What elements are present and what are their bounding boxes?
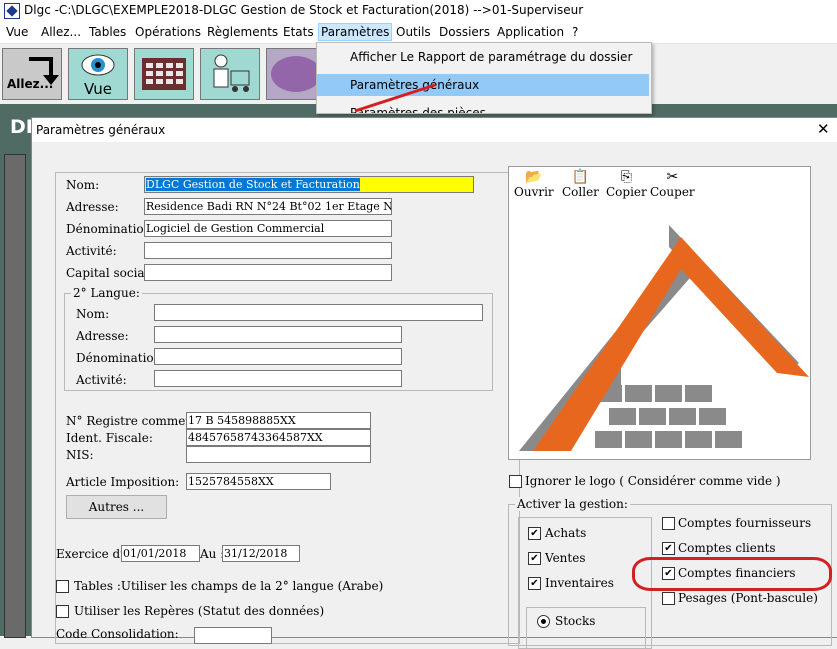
background-left-panel bbox=[0, 150, 32, 638]
copier-button[interactable]: ⎘ Copier bbox=[606, 169, 647, 199]
shopping-user-icon bbox=[213, 54, 250, 92]
arrow-icon bbox=[29, 57, 59, 85]
couper-button[interactable]: ✂ Couper bbox=[650, 169, 695, 199]
clipboard-icon: 📋 bbox=[571, 169, 590, 185]
denomination2-input[interactable] bbox=[154, 348, 402, 365]
app-icon bbox=[4, 3, 20, 19]
scissors-icon: ✂ bbox=[666, 169, 679, 185]
menu-etats[interactable]: Etats bbox=[283, 25, 314, 39]
cloud-icon bbox=[271, 56, 321, 92]
registre-input[interactable]: 17 B 545898885XX bbox=[186, 412, 371, 429]
capital-label: Capital social: bbox=[66, 266, 153, 280]
activite-label: Activité: bbox=[66, 244, 117, 258]
coller-button[interactable]: 📋 Coller bbox=[562, 169, 599, 199]
imposition-input[interactable]: 1525784558XX bbox=[186, 473, 331, 490]
menu-operations[interactable]: Opérations bbox=[135, 25, 201, 39]
house-logo-image bbox=[519, 225, 809, 451]
imposition-label: Article Imposition: bbox=[66, 475, 180, 489]
window-title: Dlgc -C:\DLGC\EXEMPLE2018-DLGC Gestion d… bbox=[24, 3, 584, 17]
ventes-label: Ventes bbox=[545, 551, 586, 565]
menu-help[interactable]: ? bbox=[572, 25, 578, 39]
nom2-input[interactable] bbox=[154, 304, 483, 321]
ignore-logo-checkbox[interactable] bbox=[509, 475, 522, 488]
menu-item-rapport-parametrage[interactable]: Afficher Le Rapport de paramétrage du do… bbox=[317, 46, 649, 68]
ventes-checkbox[interactable]: ✔ bbox=[528, 552, 541, 565]
code-consolidation-label: Code Consolidation: bbox=[56, 627, 179, 641]
comptes-fournisseurs-checkbox[interactable] bbox=[662, 517, 675, 530]
nom-label: Nom: bbox=[66, 178, 100, 192]
ignore-logo-label: Ignorer le logo ( Considérer comme vide … bbox=[525, 474, 781, 488]
nom2-label: Nom: bbox=[76, 307, 110, 321]
denomination-label: Dénomination: bbox=[66, 222, 156, 236]
dialog-title: Paramètres généraux bbox=[36, 123, 166, 137]
menu-tables[interactable]: Tables bbox=[89, 25, 126, 39]
arabe-checkbox[interactable] bbox=[56, 580, 69, 593]
close-icon[interactable]: ✕ bbox=[817, 120, 830, 138]
menu-bar: Vue Allez... Tables Opérations Règlement… bbox=[0, 22, 837, 44]
second-language-title: 2° Langue: bbox=[71, 286, 142, 300]
menu-vue[interactable]: Vue bbox=[6, 25, 28, 39]
achats-label: Achats bbox=[545, 526, 587, 540]
dialog-title-bar: Paramètres généraux ✕ bbox=[32, 118, 837, 142]
nom-input[interactable]: DLGC Gestion de Stock et Facturation bbox=[144, 176, 474, 193]
adresse-label: Adresse: bbox=[66, 200, 119, 214]
stocks-radio[interactable] bbox=[537, 615, 550, 628]
pesages-label: Pesages (Pont-bascule) bbox=[678, 591, 818, 605]
arabe-checkbox-label: Tables :Utiliser les champs de la 2° lan… bbox=[74, 579, 384, 593]
comptes-fournisseurs-label: Comptes fournisseurs bbox=[678, 516, 812, 530]
menu-allez[interactable]: Allez... bbox=[41, 25, 81, 39]
inventaires-label: Inventaires bbox=[545, 576, 614, 590]
activite2-input[interactable] bbox=[154, 370, 402, 387]
exercice-du-input[interactable]: 01/01/2018 bbox=[121, 545, 200, 562]
fiscale-label: Ident. Fiscale: bbox=[66, 431, 153, 445]
adresse2-input[interactable] bbox=[154, 326, 402, 343]
comptes-clients-label: Comptes clients bbox=[678, 541, 776, 555]
eye-icon bbox=[81, 54, 115, 76]
ouvrir-button[interactable]: 📂 Ouvrir bbox=[514, 169, 554, 199]
nis-label: NIS: bbox=[66, 448, 94, 462]
reperes-checkbox[interactable] bbox=[56, 605, 69, 618]
folder-open-icon: 📂 bbox=[525, 169, 543, 185]
nom-value: DLGC Gestion de Stock et Facturation bbox=[146, 178, 360, 191]
stocks-radio-dot bbox=[541, 619, 546, 624]
comptes-clients-checkbox[interactable]: ✔ bbox=[662, 542, 675, 555]
parametres-dropdown-menu: Afficher Le Rapport de paramétrage du do… bbox=[316, 42, 652, 114]
menu-outils[interactable]: Outils bbox=[396, 25, 431, 39]
denomination-input[interactable]: Logiciel de Gestion Commercial bbox=[144, 220, 392, 237]
achats-checkbox[interactable]: ✔ bbox=[528, 527, 541, 540]
annotation-arrow bbox=[354, 83, 436, 113]
vue-button[interactable]: Vue bbox=[68, 48, 128, 100]
background-inner-panel bbox=[4, 154, 26, 638]
menu-dossiers[interactable]: Dossiers bbox=[439, 25, 490, 39]
pesages-checkbox[interactable] bbox=[662, 592, 675, 605]
autres-button[interactable]: Autres ... bbox=[66, 495, 167, 519]
gestion-title: Activer la gestion: bbox=[515, 497, 630, 511]
allez-button[interactable]: Allez... bbox=[2, 48, 62, 100]
calendar-icon bbox=[142, 58, 186, 90]
annotation-highlight-oval bbox=[632, 557, 832, 591]
logo-panel: 📂 Ouvrir 📋 Coller ⎘ Copier ✂ Couper bbox=[508, 166, 811, 460]
reperes-checkbox-label: Utiliser les Repères (Statut des données… bbox=[74, 604, 325, 618]
window-title-bar: Dlgc -C:\DLGC\EXEMPLE2018-DLGC Gestion d… bbox=[0, 0, 837, 22]
adresse2-label: Adresse: bbox=[76, 329, 129, 343]
capital-input[interactable] bbox=[144, 264, 392, 281]
activite-input[interactable] bbox=[144, 242, 392, 259]
inventaires-checkbox[interactable]: ✔ bbox=[528, 577, 541, 590]
menu-application[interactable]: Application bbox=[497, 25, 564, 39]
users-button[interactable] bbox=[200, 48, 260, 100]
activite2-label: Activité: bbox=[76, 373, 127, 387]
menu-reglements[interactable]: Règlements bbox=[207, 25, 278, 39]
nis-input[interactable] bbox=[186, 446, 371, 463]
copy-icon: ⎘ bbox=[620, 169, 632, 185]
exercice-au-input[interactable]: 31/12/2018 bbox=[222, 545, 300, 562]
calendar-button[interactable] bbox=[134, 48, 194, 100]
fiscale-input[interactable]: 48457658743364587XX bbox=[186, 429, 371, 446]
menu-parametres[interactable]: Paramètres bbox=[318, 23, 393, 41]
au-label: Au : bbox=[200, 547, 225, 561]
adresse-input[interactable]: Residence Badi RN N°24 Bt°02 1er Etage N… bbox=[144, 198, 392, 215]
stocks-label: Stocks bbox=[555, 614, 596, 628]
denomination2-label: Dénomination: bbox=[76, 351, 166, 365]
